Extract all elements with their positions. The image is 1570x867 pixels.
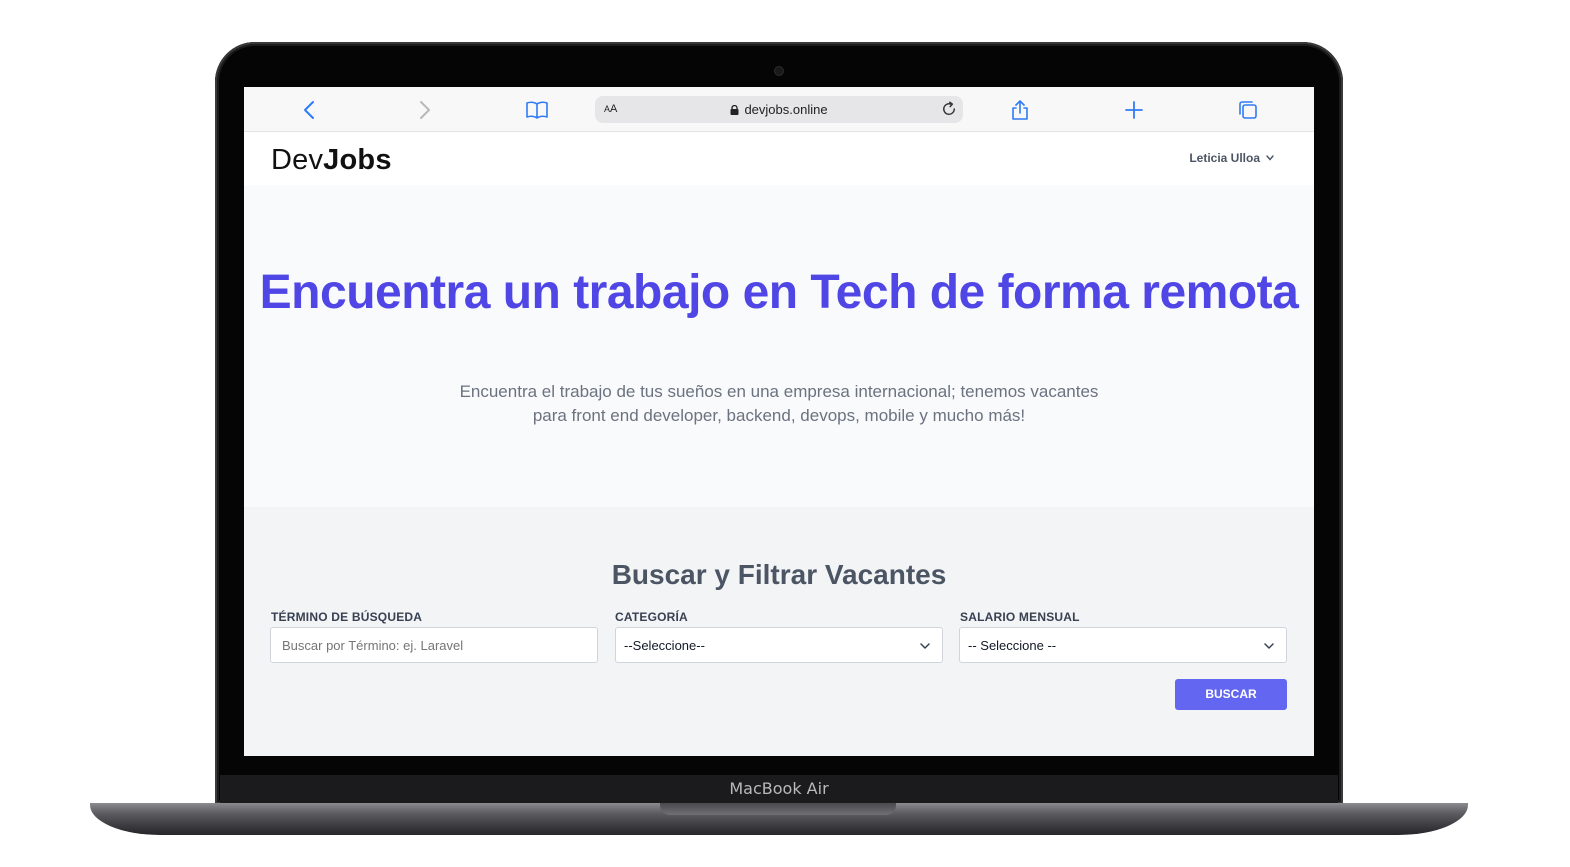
category-label: CATEGORÍA [615, 610, 688, 624]
chevron-down-icon [1264, 643, 1274, 649]
term-label: TÉRMINO DE BÚSQUEDA [271, 610, 423, 624]
camera-icon [775, 67, 783, 75]
category-select-value: --Seleccione-- [624, 638, 705, 653]
browser-toolbar: AA devjobs.online [244, 87, 1314, 132]
hero-section: Encuentra un trabajo en Tech de forma re… [244, 185, 1314, 507]
reload-icon[interactable] [940, 100, 958, 118]
tabs-overview-icon[interactable] [1236, 98, 1260, 122]
search-button[interactable]: BUSCAR [1175, 679, 1287, 710]
url-text: devjobs.online [744, 102, 828, 117]
search-section: Buscar y Filtrar Vacantes TÉRMINO DE BÚS… [244, 507, 1314, 756]
address-bar[interactable]: AA devjobs.online [595, 96, 963, 123]
search-term-input[interactable] [270, 627, 598, 663]
device-brand-label: MacBook Air [729, 779, 829, 798]
hero-title: Encuentra un trabajo en Tech de forma re… [259, 266, 1299, 319]
chevron-down-icon [920, 643, 930, 649]
user-menu[interactable]: Leticia Ulloa [1189, 151, 1274, 165]
site-header: DevJobs Leticia Ulloa [244, 132, 1314, 185]
chevron-down-icon [1266, 155, 1274, 161]
hero-subtitle: Encuentra el trabajo de tus sueños en un… [459, 382, 1099, 425]
salary-label: SALARIO MENSUAL [960, 610, 1080, 624]
bookmarks-icon[interactable] [525, 98, 549, 122]
user-name: Leticia Ulloa [1189, 151, 1260, 165]
salary-select-value: -- Seleccione -- [968, 638, 1057, 653]
laptop-hinge-notch [660, 803, 896, 815]
screen: AA devjobs.online DevJobs Leticia Ulloa … [244, 87, 1314, 756]
new-tab-icon[interactable] [1122, 98, 1146, 122]
category-select[interactable]: --Seleccione-- [615, 627, 943, 663]
lock-icon [730, 105, 739, 115]
back-icon[interactable] [298, 98, 322, 122]
salary-select[interactable]: -- Seleccione -- [959, 627, 1287, 663]
share-icon[interactable] [1008, 98, 1032, 122]
site-logo[interactable]: DevJobs [271, 144, 392, 177]
forward-icon[interactable] [412, 98, 436, 122]
search-title: Buscar y Filtrar Vacantes [611, 559, 947, 590]
